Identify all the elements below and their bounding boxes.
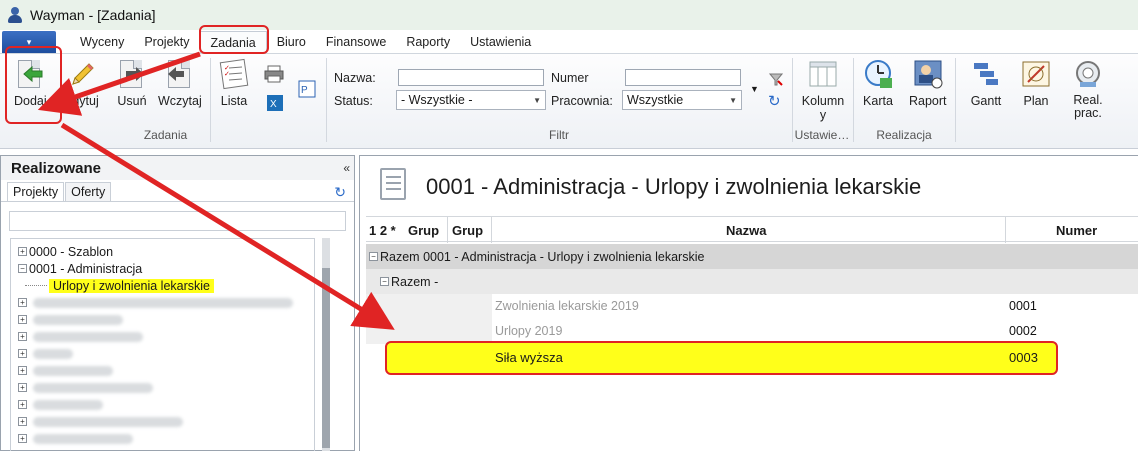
arrow-to-row xyxy=(60,122,395,330)
arrow-to-dodaj xyxy=(37,51,201,116)
annotation-arrows xyxy=(37,51,395,330)
